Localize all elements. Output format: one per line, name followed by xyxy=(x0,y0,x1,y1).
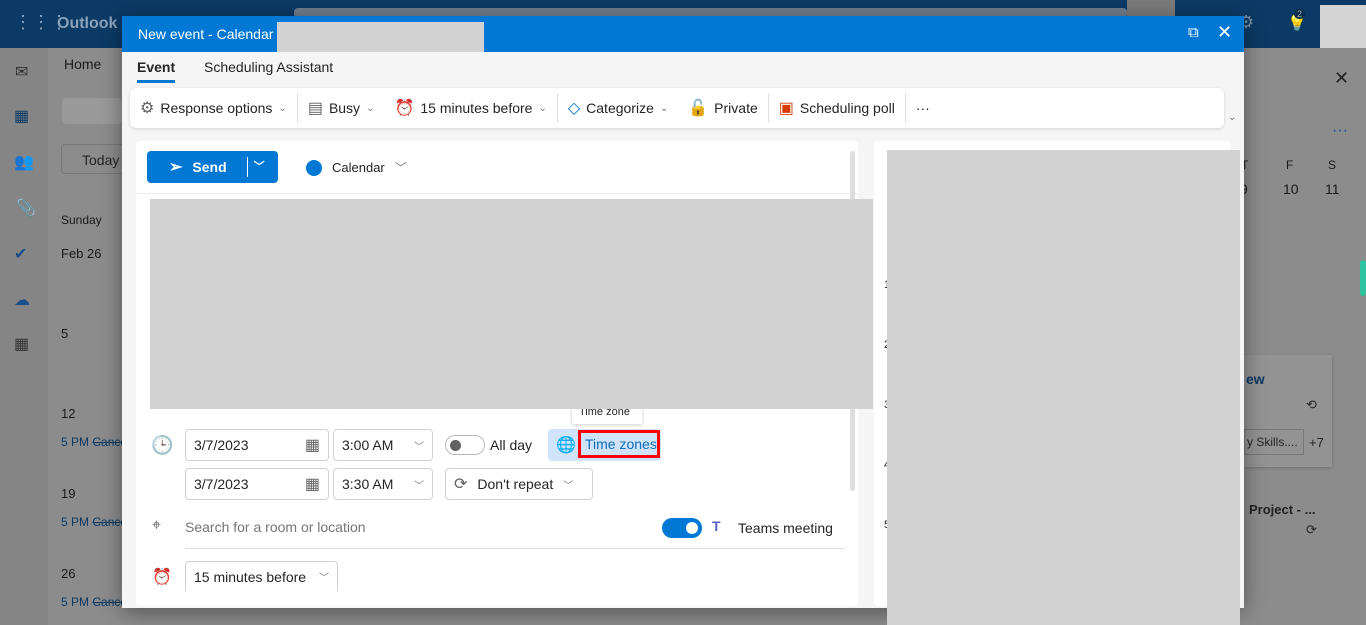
send-button[interactable]: ➢ Send ﹀ xyxy=(147,151,278,183)
categorize-button[interactable]: ◇ Categorize ⌄ xyxy=(558,88,678,128)
onedrive-icon[interactable]: ☁ xyxy=(14,290,30,310)
pop-out-icon[interactable]: ⧉ xyxy=(1188,24,1199,41)
private-button[interactable]: 🔓 Private xyxy=(678,88,768,128)
close-pane-icon[interactable]: ✕ xyxy=(1334,68,1349,89)
send-icon: ➢ xyxy=(169,159,183,176)
mini-cal-date[interactable]: 11 xyxy=(1325,181,1340,197)
apps-icon[interactable]: ▦ xyxy=(14,334,29,354)
repeat-icon: ⟳ xyxy=(454,476,468,493)
week-date: Feb 26 xyxy=(61,246,102,261)
weekday: S xyxy=(1328,158,1337,172)
teams-toggle[interactable] xyxy=(662,518,702,538)
card-title: ew xyxy=(1246,371,1265,387)
lock-icon: 🔓 xyxy=(688,100,709,117)
redacted-area xyxy=(887,150,1240,608)
app-name: Outlook xyxy=(57,15,118,32)
expand-toolbar-icon[interactable]: ⌄ xyxy=(1228,112,1236,123)
week-date: 19 xyxy=(61,486,76,501)
repeat-dropdown[interactable]: ⟳ Don't repeat ﹀ xyxy=(445,468,593,500)
response-options-button[interactable]: ⚙ Response options ⌄ xyxy=(130,88,297,128)
calendar-icon[interactable]: ▦ xyxy=(14,106,29,126)
card-more[interactable]: +7 xyxy=(1309,435,1324,450)
dialog-title: New event - Calendar xyxy=(138,26,274,42)
start-time-dropdown[interactable]: 3:00 AM ﹀ xyxy=(333,429,433,461)
day-header: Sunday xyxy=(61,213,102,227)
poll-icon: ▣ xyxy=(778,100,794,117)
calendar-picker-icon[interactable]: ▦ xyxy=(305,435,320,455)
feedback-tab[interactable] xyxy=(1360,260,1366,296)
all-day-label: All day xyxy=(490,437,533,453)
card-chip[interactable]: y Skills.... xyxy=(1244,429,1304,455)
alarm-icon: ⏰ xyxy=(394,100,415,117)
more-icon[interactable]: ··· xyxy=(1332,122,1348,140)
time-zones-button[interactable]: 🌐 Time zones xyxy=(548,429,661,461)
location-input[interactable] xyxy=(185,515,625,539)
close-icon[interactable]: ✕ xyxy=(1217,22,1232,43)
globe-icon: 🌐 xyxy=(556,437,576,454)
people-icon[interactable]: 👥 xyxy=(14,152,34,172)
calendar-color-dot xyxy=(306,159,322,176)
reminder-dropdown[interactable]: 15 minutes before ﹀ xyxy=(185,561,338,591)
send-options-chevron[interactable]: ﹀ xyxy=(246,157,265,177)
scheduling-poll-button[interactable]: ▣ Scheduling poll xyxy=(769,88,905,128)
left-rail: ✉ ▦ 👥 📎 ✔ ☁ ▦ xyxy=(0,48,48,625)
location-icon: ⌖ xyxy=(152,517,162,534)
calendar-picker-icon[interactable]: ▦ xyxy=(305,474,320,494)
busy-icon: ▤ xyxy=(307,100,323,117)
mini-cal-date[interactable]: 10 xyxy=(1283,181,1299,197)
redacted-area xyxy=(150,199,873,409)
busy-dropdown[interactable]: ▤ Busy ⌄ xyxy=(298,88,385,128)
sliders-icon: ⚙ xyxy=(140,100,155,117)
time-zones-link[interactable]: Time zones xyxy=(578,430,660,458)
event-item[interactable]: 5 PM Cance xyxy=(61,515,127,529)
teams-label: Teams meeting xyxy=(738,520,833,536)
redacted-area xyxy=(887,600,1240,625)
todo-icon[interactable]: ✔ xyxy=(14,244,27,264)
end-date-field[interactable]: 3/7/2023 ▦ xyxy=(185,468,329,500)
attach-icon[interactable]: 📎 xyxy=(16,198,36,218)
notification-badge: 2 xyxy=(1294,9,1306,19)
end-time-dropdown[interactable]: 3:30 AM ﹀ xyxy=(333,468,433,500)
toolbar: ⚙ Response options ⌄ ▤ Busy ⌄ ⏰ 15 minutes be… xyxy=(130,88,1224,128)
home-tab[interactable]: Home xyxy=(64,56,101,72)
week-date: 12 xyxy=(61,406,76,421)
week-date: 5 xyxy=(61,326,69,341)
tab-event[interactable]: Event xyxy=(137,59,176,83)
start-date-field[interactable]: 3/7/2023 ▦ xyxy=(185,429,329,461)
today-button[interactable]: Today xyxy=(61,144,131,174)
weekday: F xyxy=(1286,158,1294,172)
new-event-dialog: New event - Calendar ⧉ ✕ Event Schedulin… xyxy=(122,16,1244,608)
ribbon xyxy=(62,98,122,124)
teams-icon: T xyxy=(712,518,721,534)
redacted-title xyxy=(277,22,484,52)
repeat-icon: ⟳ xyxy=(1306,522,1317,537)
event-card[interactable]: ew ⟲ y Skills.... +7 xyxy=(1244,355,1332,467)
week-date: 26 xyxy=(61,566,76,581)
calendar-picker[interactable]: Calendar ﹀ xyxy=(306,159,407,176)
reminder-dropdown[interactable]: ⏰ 15 minutes before ⌄ xyxy=(384,88,556,128)
mail-icon[interactable]: ✉ xyxy=(15,62,28,82)
alarm-icon: ⏰ xyxy=(152,569,172,586)
no-repeat-icon: ⟲ xyxy=(1306,397,1317,412)
project-title[interactable]: Project - ... xyxy=(1249,502,1315,517)
event-item[interactable]: 5 PM Cance xyxy=(61,595,127,609)
more-options-button[interactable]: ··· xyxy=(906,88,940,128)
tag-icon: ◇ xyxy=(567,100,581,117)
all-day-toggle[interactable] xyxy=(445,435,485,455)
title-bar: New event - Calendar ⧉ ✕ xyxy=(122,16,1244,52)
event-item[interactable]: 5 PM Cance xyxy=(61,435,127,449)
clock-icon: 🕒 xyxy=(151,435,174,455)
tab-scheduling-assistant[interactable]: Scheduling Assistant xyxy=(204,59,333,75)
